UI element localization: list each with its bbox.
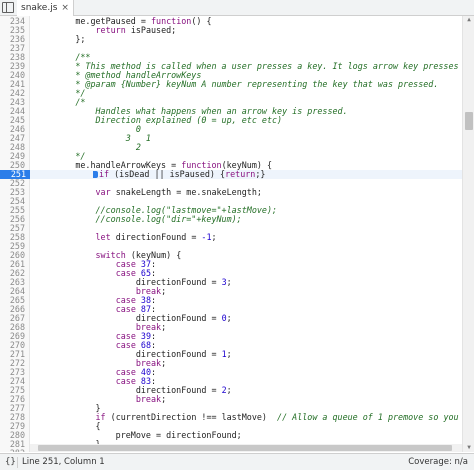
status-divider: [17, 457, 18, 468]
code-token: ;: [226, 313, 232, 323]
tab-bar: snake.js ×: [0, 0, 474, 16]
coverage-status: Coverage: n/a: [408, 457, 468, 467]
vertical-scroll-thumb[interactable]: [465, 112, 473, 130]
status-bar: {} Line 251, Column 1 Coverage: n/a: [0, 453, 474, 470]
pretty-print-button[interactable]: {}: [5, 457, 16, 467]
code-text: * @param {Number} keyNum A number repres…: [35, 80, 438, 89]
code-token: () {: [191, 16, 212, 26]
line-number[interactable]: 282: [0, 449, 25, 453]
code-token: ;: [226, 349, 232, 359]
code-token: ;: [161, 286, 167, 296]
code-token: snakeLength = me.snakeLength;: [110, 187, 262, 197]
code-token: (isDead || isPaused) {: [109, 169, 226, 179]
code-token: if: [99, 169, 110, 179]
code-token: return: [225, 169, 256, 179]
horizontal-scrollbar[interactable]: [30, 444, 462, 452]
scroll-down-icon[interactable]: ▼: [465, 445, 473, 451]
code-token: var: [95, 187, 111, 197]
code-token: me.: [35, 160, 91, 170]
code-editor[interactable]: 234 me.getPaused = function() {235 retur…: [0, 16, 462, 452]
code-token: (currentDirection !== lastMove): [105, 412, 278, 422]
code-token: ;: [226, 385, 232, 395]
code-token: //console.log("dir="+keyNum);: [35, 214, 242, 224]
code-token: * @param {Number} keyNum A number repres…: [35, 79, 439, 89]
scroll-up-icon[interactable]: ▲: [465, 17, 473, 23]
code-token: ;: [161, 394, 167, 404]
tab-label: snake.js: [21, 3, 58, 13]
inline-breakpoint-icon[interactable]: [93, 171, 98, 178]
vertical-scrollbar[interactable]: ▲ ▼: [462, 16, 474, 452]
code-line[interactable]: 258 let directionFound = -1;: [0, 233, 462, 242]
code-token: // Allow a queue of 1 premove so you can…: [277, 412, 459, 422]
code-line[interactable]: 251 if (isDead || isPaused) {return;}: [0, 170, 462, 179]
code-token: let: [95, 232, 111, 242]
code-token: break: [135, 394, 162, 404]
code-token: ;: [161, 358, 167, 368]
code-token: ;: [211, 232, 217, 242]
close-icon[interactable]: ×: [61, 3, 69, 13]
tab-snake-js[interactable]: snake.js ×: [17, 0, 74, 16]
code-text: var snakeLength = me.snakeLength;: [35, 188, 262, 197]
code-token: ;: [161, 322, 167, 332]
code-token: ;}: [255, 169, 266, 179]
code-token: isPaused;: [125, 25, 177, 35]
toggle-navigator-icon[interactable]: [2, 2, 14, 13]
code-line[interactable]: 236 };: [0, 35, 462, 44]
code-text: };: [35, 35, 85, 44]
code-token: return: [95, 25, 126, 35]
code-token: directionFound =: [110, 232, 202, 242]
code-text: //console.log("dir="+keyNum);: [35, 215, 242, 224]
code-text: let directionFound = -1;: [35, 233, 217, 242]
horizontal-scroll-thumb[interactable]: [38, 445, 452, 451]
code-token: ;: [226, 277, 232, 287]
code-line[interactable]: 253 var snakeLength = me.snakeLength;: [0, 188, 462, 197]
cursor-position: Line 251, Column 1: [22, 457, 105, 467]
code-token: -1: [201, 232, 212, 242]
code-token: };: [35, 34, 86, 44]
code-text: if (isDead || isPaused) {return;}: [93, 170, 265, 179]
code-line[interactable]: 256 //console.log("dir="+keyNum);: [0, 215, 462, 224]
